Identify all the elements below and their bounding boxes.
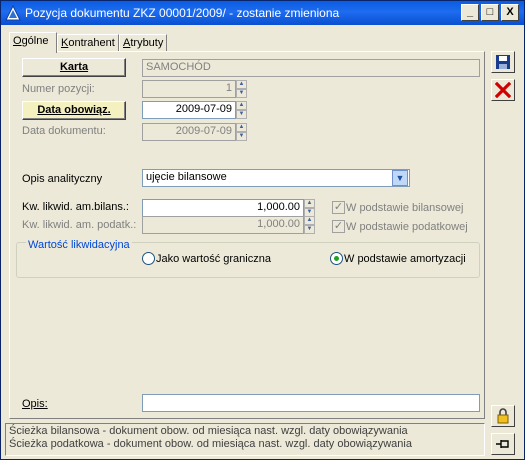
status-info-box: Ścieżka bilansowa - dokument obow. od mi…: [5, 423, 485, 456]
minimize-button[interactable]: _: [461, 4, 479, 21]
data-dokumentu-field[interactable]: 2009-07-09: [142, 123, 236, 141]
save-button[interactable]: [491, 51, 515, 73]
karta-field[interactable]: SAMOCHÓD: [142, 59, 480, 77]
lock-button[interactable]: [491, 405, 515, 427]
karta-button-label: Karta: [59, 61, 89, 73]
status-line-podatkowa: Ścieżka podatkowa - dokument obow. od mi…: [9, 438, 412, 450]
tab-atrybuty-label: trybuty: [130, 37, 164, 49]
spin-down-icon[interactable]: ▼: [236, 110, 247, 119]
tab-kontrahent-label: ontrahent: [68, 37, 115, 49]
data-obowiazywania-label: Data obowiąz.: [37, 104, 111, 116]
chk-podstawa-podatkowa-label: W podstawie podatkowej: [346, 221, 468, 233]
kw-bilans-label: Kw. likwid. am.bilans.:: [22, 201, 129, 213]
karta-button[interactable]: Karta: [22, 58, 126, 77]
data-dokumentu-label: Data dokumentu:: [22, 125, 106, 137]
close-button[interactable]: X: [501, 4, 519, 21]
opis-analityczny-label: Opis analityczny: [22, 173, 103, 185]
kw-podatk-spinner[interactable]: ▲ ▼: [304, 216, 315, 234]
opis-analityczny-combo[interactable]: ujęcie bilansowe: [142, 169, 410, 187]
pin-button[interactable]: [491, 433, 515, 455]
data-dokumentu-spinner[interactable]: ▲ ▼: [236, 123, 247, 141]
dialog-window: Pozycja dokumentu ZKZ 00001/2009/ - zost…: [0, 0, 525, 460]
radio-selected-dot: [334, 256, 339, 261]
window-title: Pozycja dokumentu ZKZ 00001/2009/ - zost…: [25, 6, 340, 20]
numer-pozycji-spinner[interactable]: ▲ ▼: [236, 80, 247, 98]
radio-wartosc-graniczna-label: Jako wartość graniczna: [156, 253, 271, 265]
spin-down-icon[interactable]: ▼: [236, 132, 247, 141]
kw-bilans-field[interactable]: 1,000.00: [142, 199, 304, 217]
data-obowiazywania-button[interactable]: Data obowiąz.: [22, 101, 126, 120]
radio-podstawa-amortyzacji[interactable]: [330, 252, 343, 265]
kw-bilans-spinner[interactable]: ▲ ▼: [304, 199, 315, 217]
spin-up-icon[interactable]: ▲: [304, 216, 315, 225]
kw-podatk-label: Kw. likwid. am. podatk.:: [22, 219, 137, 231]
opis-label: Opis:: [22, 398, 48, 410]
tab-ogolne[interactable]: Ogólne: [9, 32, 57, 53]
padlock-icon: [497, 408, 509, 424]
spin-down-icon[interactable]: ▼: [236, 89, 247, 98]
red-x-icon: [494, 81, 512, 99]
radio-podstawa-amortyzacji-label: W podstawie amortyzacji: [344, 253, 466, 265]
tab-panel-ogolne: Karta SAMOCHÓD Numer pozycji: 1 ▲ ▼ Data …: [9, 51, 485, 419]
app-triangle-icon: [5, 5, 21, 21]
tab-ogolne-label: gólne: [21, 35, 49, 47]
tab-atrybuty[interactable]: Atrybuty: [119, 34, 167, 52]
title-bar[interactable]: Pozycja dokumentu ZKZ 00001/2009/ - zost…: [1, 1, 524, 25]
kw-podatk-field[interactable]: 1,000.00: [142, 216, 304, 234]
delete-button[interactable]: [491, 79, 515, 101]
numer-pozycji-field[interactable]: 1: [142, 80, 236, 98]
wartosc-likwidacyjna-title: Wartość likwidacyjna: [26, 239, 132, 251]
tab-kontrahent[interactable]: Kontrahent: [57, 34, 119, 52]
opis-field[interactable]: [142, 394, 480, 412]
spin-up-icon[interactable]: ▲: [236, 101, 247, 110]
spin-up-icon[interactable]: ▲: [236, 80, 247, 89]
chevron-down-icon[interactable]: ▼: [392, 170, 408, 186]
status-line-bilansowa: Ścieżka bilansowa - dokument obow. od mi…: [9, 425, 408, 437]
spin-down-icon[interactable]: ▼: [304, 225, 315, 234]
data-obowiazywania-spinner[interactable]: ▲ ▼: [236, 101, 247, 119]
chk-podstawa-bilansowa[interactable]: ✓: [332, 201, 345, 214]
chk-podstawa-bilansowa-label: W podstawie bilansowej: [346, 202, 464, 214]
chk-podstawa-podatkowa[interactable]: ✓: [332, 220, 345, 233]
save-disk-icon: [496, 55, 510, 69]
pushpin-icon: [496, 440, 509, 448]
spin-up-icon[interactable]: ▲: [304, 199, 315, 208]
numer-pozycji-label: Numer pozycji:: [22, 83, 95, 95]
maximize-button[interactable]: □: [481, 4, 499, 21]
tab-ogolne-hotkey: O: [13, 35, 22, 47]
spin-up-icon[interactable]: ▲: [236, 123, 247, 132]
radio-wartosc-graniczna[interactable]: [142, 252, 155, 265]
data-obowiazywania-field[interactable]: 2009-07-09: [142, 101, 236, 119]
